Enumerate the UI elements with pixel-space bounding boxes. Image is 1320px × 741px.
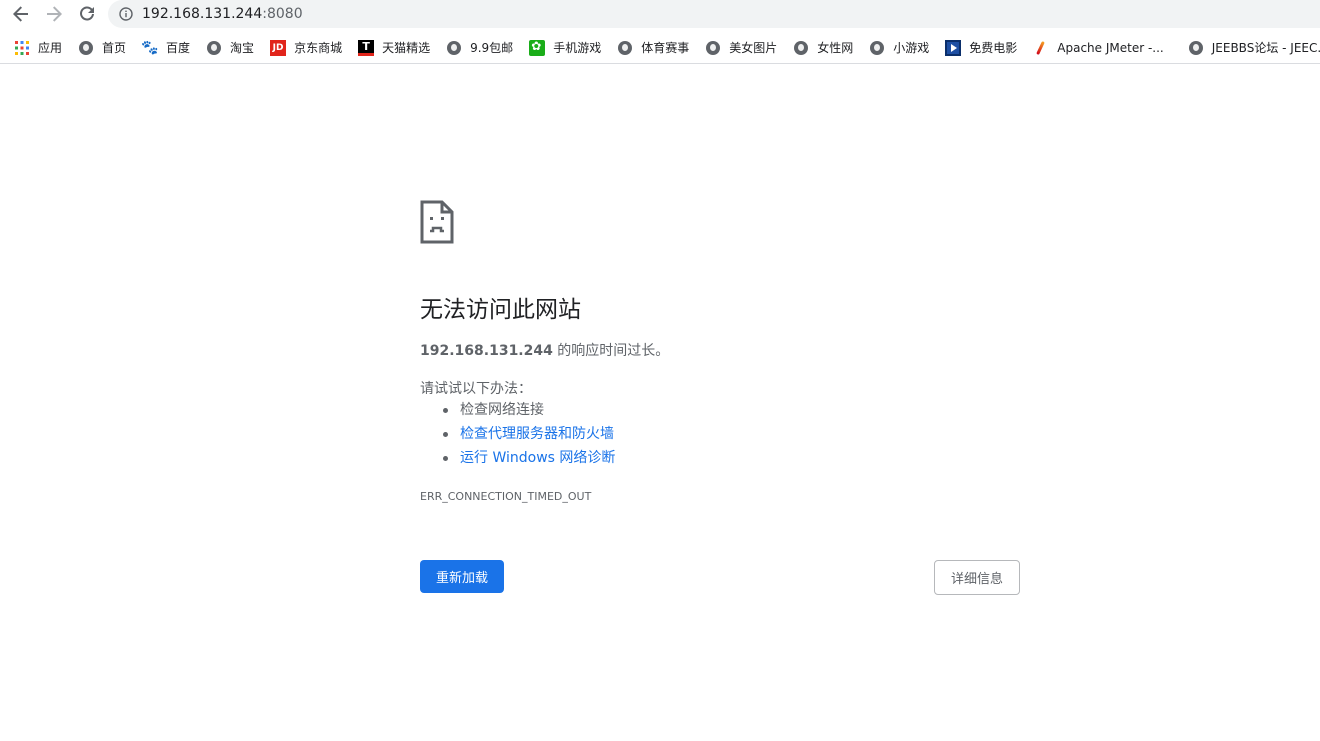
baidu-paw-icon: 🐾 [141, 39, 159, 56]
globe-icon [706, 40, 721, 55]
error-host: 192.168.131.244 [420, 343, 553, 359]
suggestion-item: 检查代理服务器和防火墙 [420, 422, 615, 446]
globe-icon [794, 40, 809, 55]
bookmark-jd[interactable]: JD 京东商城 [270, 34, 342, 62]
bookmark-baidu[interactable]: 🐾 百度 [141, 34, 191, 62]
sad-page-icon [420, 200, 454, 244]
suggestion-check-proxy-link[interactable]: 检查代理服务器和防火墙 [460, 426, 614, 442]
reload-button[interactable]: 重新加载 [420, 560, 504, 593]
jd-logo-icon: JD [270, 39, 287, 56]
tmall-logo-icon: T [358, 39, 375, 56]
error-summary: 192.168.131.244 的响应时间过长。 [420, 340, 669, 360]
browser-toolbar: 192.168.131.244:8080 [0, 0, 1320, 31]
bookmark-movies[interactable]: 免费电影 [945, 34, 1017, 62]
bookmark-label: 百度 [166, 41, 191, 55]
bookmark-mini-games[interactable]: 小游戏 [869, 34, 929, 62]
globe-icon [207, 40, 222, 55]
reload-toolbar-button[interactable] [75, 2, 99, 26]
error-summary-text: 的响应时间过长。 [552, 343, 670, 359]
bookmark-label: 体育赛事 [641, 41, 690, 55]
forward-button[interactable] [42, 2, 66, 26]
bookmark-label: 美女图片 [729, 41, 778, 55]
suggestion-item: 运行 Windows 网络诊断 [420, 446, 615, 470]
url-text[interactable]: 192.168.131.244:8080 [142, 6, 303, 22]
error-title: 无法访问此网站 [420, 297, 581, 323]
bookmark-label: 应用 [38, 41, 63, 55]
arrow-left-icon [13, 6, 28, 22]
suggestion-run-diagnostics-link[interactable]: 运行 Windows 网络诊断 [460, 450, 615, 466]
bookmark-label: 女性网 [817, 41, 854, 55]
bookmark-home[interactable]: 首页 [78, 34, 126, 62]
bookmark-label: 9.9包邮 [470, 41, 514, 55]
suggestion-item: 检查网络连接 [420, 398, 615, 422]
details-button[interactable]: 详细信息 [934, 560, 1020, 595]
bookmark-taobao[interactable]: 淘宝 [206, 34, 254, 62]
bookmark-label: 京东商城 [294, 41, 343, 55]
globe-icon [870, 40, 885, 55]
game-flower-icon [529, 39, 546, 56]
bookmark-99[interactable]: 9.9包邮 [446, 34, 513, 62]
bookmark-label: 小游戏 [893, 41, 930, 55]
suggestion-check-connection: 检查网络连接 [460, 402, 544, 418]
refresh-icon [80, 6, 94, 21]
url-port: :8080 [262, 6, 303, 22]
info-icon[interactable] [119, 7, 133, 21]
film-play-icon [945, 39, 962, 56]
back-button[interactable] [9, 2, 33, 26]
address-bar[interactable]: 192.168.131.244:8080 [108, 0, 1320, 28]
bookmark-jmeter[interactable]: Apache JMeter -... [1033, 34, 1163, 62]
globe-icon [1188, 40, 1203, 55]
bookmark-label: 首页 [102, 41, 127, 55]
bookmark-sports[interactable]: 体育赛事 [617, 34, 689, 62]
bookmarks-bar: 应用 首页 🐾 百度 淘宝 JD 京东商城 T 天猫精选 9.9包邮 手机游戏 … [0, 32, 1320, 64]
feather-icon [1033, 40, 1049, 56]
bookmark-label: 淘宝 [230, 41, 255, 55]
globe-icon [79, 40, 94, 55]
globe-icon [447, 40, 462, 55]
bookmark-label: 天猫精选 [382, 41, 431, 55]
bookmark-label: JEEBBS论坛 - JEEC... [1211, 41, 1320, 55]
suggestions-heading: 请试试以下办法： [420, 381, 532, 397]
bookmark-label: Apache JMeter -... [1057, 40, 1164, 55]
suggestions-list: 检查网络连接 检查代理服务器和防火墙 运行 Windows 网络诊断 [420, 398, 615, 470]
globe-icon [618, 40, 633, 55]
bookmark-label: 免费电影 [969, 41, 1018, 55]
bookmark-pictures[interactable]: 美女图片 [705, 34, 777, 62]
arrow-right-icon [47, 6, 62, 22]
bookmark-tmall[interactable]: T 天猫精选 [358, 34, 430, 62]
bookmark-mobile-games[interactable]: 手机游戏 [529, 34, 601, 62]
bookmark-label: 手机游戏 [553, 41, 602, 55]
url-host: 192.168.131.244 [142, 6, 263, 22]
apps-grid-icon [14, 40, 30, 56]
bookmark-apps[interactable]: 应用 [14, 34, 62, 62]
bookmark-women[interactable]: 女性网 [793, 34, 853, 62]
error-code: ERR_CONNECTION_TIMED_OUT [420, 490, 592, 503]
bookmark-jeebbs[interactable]: JEEBBS论坛 - JEEC... [1188, 34, 1320, 62]
